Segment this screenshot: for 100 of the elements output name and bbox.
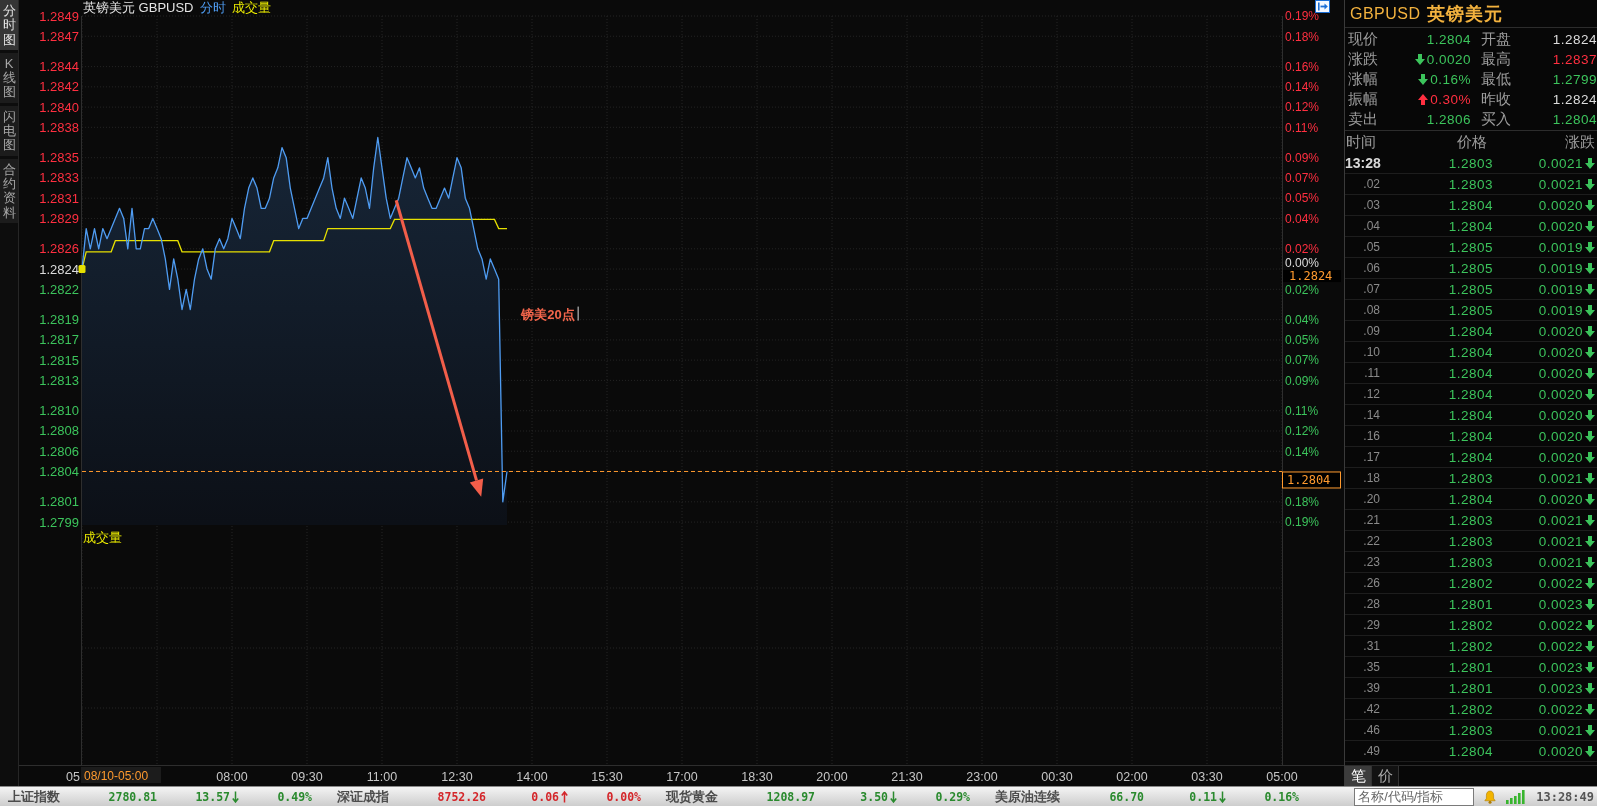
- trade-change: 0.0020: [1537, 428, 1583, 444]
- trade-price: 1.2803: [1447, 554, 1493, 570]
- trade-price: 1.2803: [1447, 176, 1493, 192]
- view-tab[interactable]: K线图: [0, 52, 18, 103]
- percent-axis-label: 0.11%: [1285, 120, 1319, 135]
- price-axis-label: 1.2844: [39, 59, 79, 75]
- trade-time: .21: [1362, 513, 1380, 527]
- trade-price: 1.2803: [1447, 533, 1493, 549]
- time-axis-label: 20:00: [816, 770, 848, 784]
- quote-value: 1.2799: [1552, 71, 1597, 87]
- price-axis-label: 1.2801: [39, 494, 79, 510]
- quote-label: 昨收: [1480, 89, 1512, 109]
- view-tab[interactable]: 闪电图: [0, 105, 18, 156]
- trade-time: .11: [1363, 366, 1380, 380]
- quote-label: 开盘: [1480, 29, 1512, 49]
- bell-icon[interactable]: [1484, 789, 1497, 804]
- trade-time: .16: [1362, 429, 1380, 443]
- market-percent: 0.29%: [934, 789, 970, 804]
- view-tab[interactable]: 合约资料: [0, 158, 18, 223]
- price-axis-label: 1.2804: [39, 463, 79, 479]
- trade-change: 0.0020: [1537, 743, 1583, 759]
- time-axis-label: 12:30: [441, 770, 473, 784]
- column-header: 价格: [1456, 132, 1488, 152]
- search-field[interactable]: 名称/代码/指标: [1354, 787, 1475, 806]
- trade-change: 0.0020: [1537, 344, 1583, 360]
- trade-price: 1.2804: [1447, 407, 1493, 423]
- market-change: 3.50: [860, 789, 888, 804]
- price-axis-label: 1.2831: [39, 190, 79, 206]
- trade-time: .02: [1362, 177, 1380, 191]
- trade-change: 0.0019: [1537, 239, 1583, 255]
- quote-value: 0.30%: [1430, 91, 1471, 107]
- trade-change: 0.0023: [1537, 596, 1583, 612]
- trade-change: 0.0021: [1537, 512, 1583, 528]
- percent-axis-label: 0.05%: [1285, 191, 1320, 206]
- trade-change: 0.0022: [1537, 701, 1583, 717]
- trade-change: 0.0020: [1537, 323, 1583, 339]
- trade-time: .06: [1362, 261, 1380, 275]
- trade-price: 1.2804: [1447, 743, 1493, 759]
- trade-time: .20: [1362, 492, 1380, 506]
- trade-time: .22: [1362, 534, 1380, 548]
- market-name: 美原油连续: [995, 787, 1061, 806]
- market-price: 1208.97: [765, 789, 815, 804]
- trade-change: 0.0020: [1537, 386, 1583, 402]
- price-axis-label: 1.2822: [39, 281, 79, 297]
- trade-price: 1.2802: [1447, 575, 1493, 591]
- price-axis-label: 1.2806: [39, 443, 79, 459]
- side-tab[interactable]: 价: [1372, 766, 1399, 786]
- market-name: 上证指数: [8, 787, 61, 806]
- text-cursor: [577, 306, 579, 321]
- trade-time: .09: [1362, 324, 1380, 338]
- trade-time: .46: [1362, 723, 1380, 737]
- quote-value: 1.2824: [1552, 91, 1597, 107]
- quote-value: 1.2804: [1426, 31, 1471, 47]
- symbol-name: 英镑美元: [1426, 2, 1503, 26]
- reference-price-tag: 1.2824: [1283, 269, 1341, 284]
- current-price-tag: 1.2804: [1282, 471, 1341, 489]
- time-axis-label: 11:00: [366, 770, 398, 784]
- percent-axis-label: 0.11%: [1285, 404, 1319, 419]
- trade-time: .10: [1362, 345, 1380, 359]
- price-axis-label: 1.2824: [39, 261, 79, 277]
- percent-axis-label: 0.09%: [1285, 373, 1320, 388]
- trade-time: .04: [1362, 219, 1380, 233]
- time-axis-label: 09:30: [291, 770, 323, 784]
- trade-time: .28: [1362, 597, 1380, 611]
- trade-price: 1.2803: [1447, 512, 1493, 528]
- trade-change: 0.0021: [1537, 470, 1583, 486]
- price-axis-label: 1.2842: [39, 79, 79, 95]
- quote-value: 1.2806: [1426, 111, 1471, 127]
- exit-icon[interactable]: [1315, 0, 1330, 13]
- quote-label: 涨跌: [1348, 49, 1379, 69]
- trade-price: 1.2804: [1447, 365, 1493, 381]
- price-axis-label: 1.2840: [39, 99, 79, 115]
- column-header: 涨跌: [1564, 132, 1595, 152]
- market-change: 0.06: [531, 789, 559, 804]
- price-axis-label: 1.2810: [39, 403, 79, 419]
- view-tab[interactable]: 分时图: [0, 0, 18, 50]
- trade-price: 1.2802: [1447, 701, 1493, 717]
- price-axis-label: 1.2819: [39, 312, 79, 328]
- price-axis-label: 1.2833: [39, 170, 79, 186]
- market-change: 13.57: [195, 789, 230, 804]
- percent-axis-label: 0.04%: [1285, 312, 1320, 327]
- percent-axis-label: 0.02%: [1285, 282, 1320, 297]
- percent-axis-label: 0.00%: [1285, 256, 1320, 271]
- time-axis-label: 23:00: [966, 770, 998, 784]
- chart-title: 英镑美元 GBPUSD: [83, 0, 194, 16]
- percent-axis-label: 0.18%: [1285, 495, 1320, 510]
- trade-change: 0.0021: [1537, 722, 1583, 738]
- percent-axis-label: 0.07%: [1285, 171, 1320, 186]
- price-axis-label: 1.2835: [39, 150, 79, 166]
- percent-axis-label: 0.09%: [1285, 151, 1320, 165]
- percent-axis-label: 0.19%: [1285, 9, 1320, 24]
- price-axis-label: 1.2847: [39, 28, 79, 44]
- percent-axis-label: 0.18%: [1285, 29, 1320, 44]
- trade-change: 0.0020: [1537, 449, 1583, 465]
- trade-price: 1.2805: [1447, 260, 1493, 276]
- trade-time: .26: [1362, 576, 1380, 590]
- quote-value: 0.16%: [1430, 71, 1471, 87]
- quote-label: 最低: [1480, 69, 1512, 89]
- side-tab[interactable]: 笔: [1345, 766, 1372, 786]
- signal-icon: [1506, 789, 1527, 804]
